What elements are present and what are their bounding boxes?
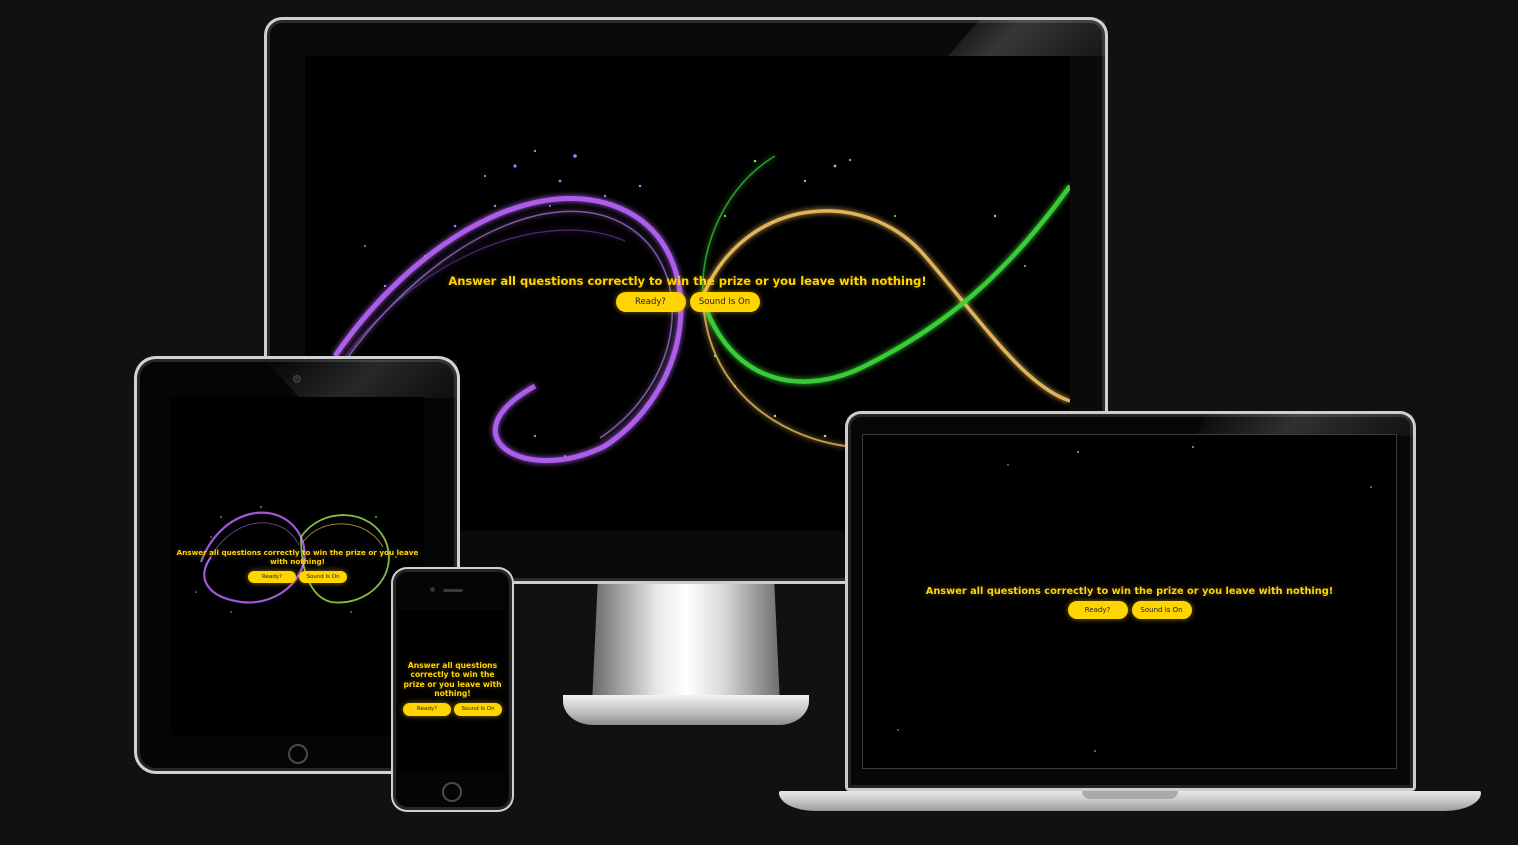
ready-button[interactable]: Ready? — [403, 703, 451, 716]
ready-button[interactable]: Ready? — [615, 292, 686, 312]
home-button-icon[interactable] — [288, 744, 308, 764]
infinity-ribbon-graphic — [195, 506, 397, 613]
laptop-opening-notch — [1082, 791, 1178, 799]
laptop-screen: Answer all questions correctly to win th… — [862, 434, 1397, 769]
phone-screen: Answer all questions correctly to win th… — [399, 610, 506, 771]
laptop-gloss — [1196, 414, 1413, 436]
quiz-message: Answer all questions correctly to win th… — [448, 274, 927, 288]
sound-toggle-button[interactable]: Sound Is On — [1131, 601, 1192, 619]
speaker-icon — [443, 589, 463, 592]
sound-toggle-button[interactable]: Sound Is On — [689, 292, 760, 312]
monitor-base — [563, 695, 809, 725]
ready-button[interactable]: Ready? — [1067, 601, 1128, 619]
quiz-message: Answer all questions correctly to win th… — [403, 661, 502, 699]
ready-button[interactable]: Ready? — [248, 571, 296, 583]
sound-toggle-button[interactable]: Sound Is On — [454, 703, 502, 716]
monitor-stand — [592, 584, 780, 704]
tablet-screen: Answer all questions correctly to win th… — [171, 397, 424, 735]
home-button-icon[interactable] — [442, 782, 462, 802]
camera-icon — [430, 587, 435, 592]
camera-icon — [294, 376, 300, 382]
quiz-message: Answer all questions correctly to win th… — [176, 548, 419, 566]
sound-toggle-button[interactable]: Sound Is On — [299, 571, 347, 583]
quiz-message: Answer all questions correctly to win th… — [925, 586, 1334, 597]
